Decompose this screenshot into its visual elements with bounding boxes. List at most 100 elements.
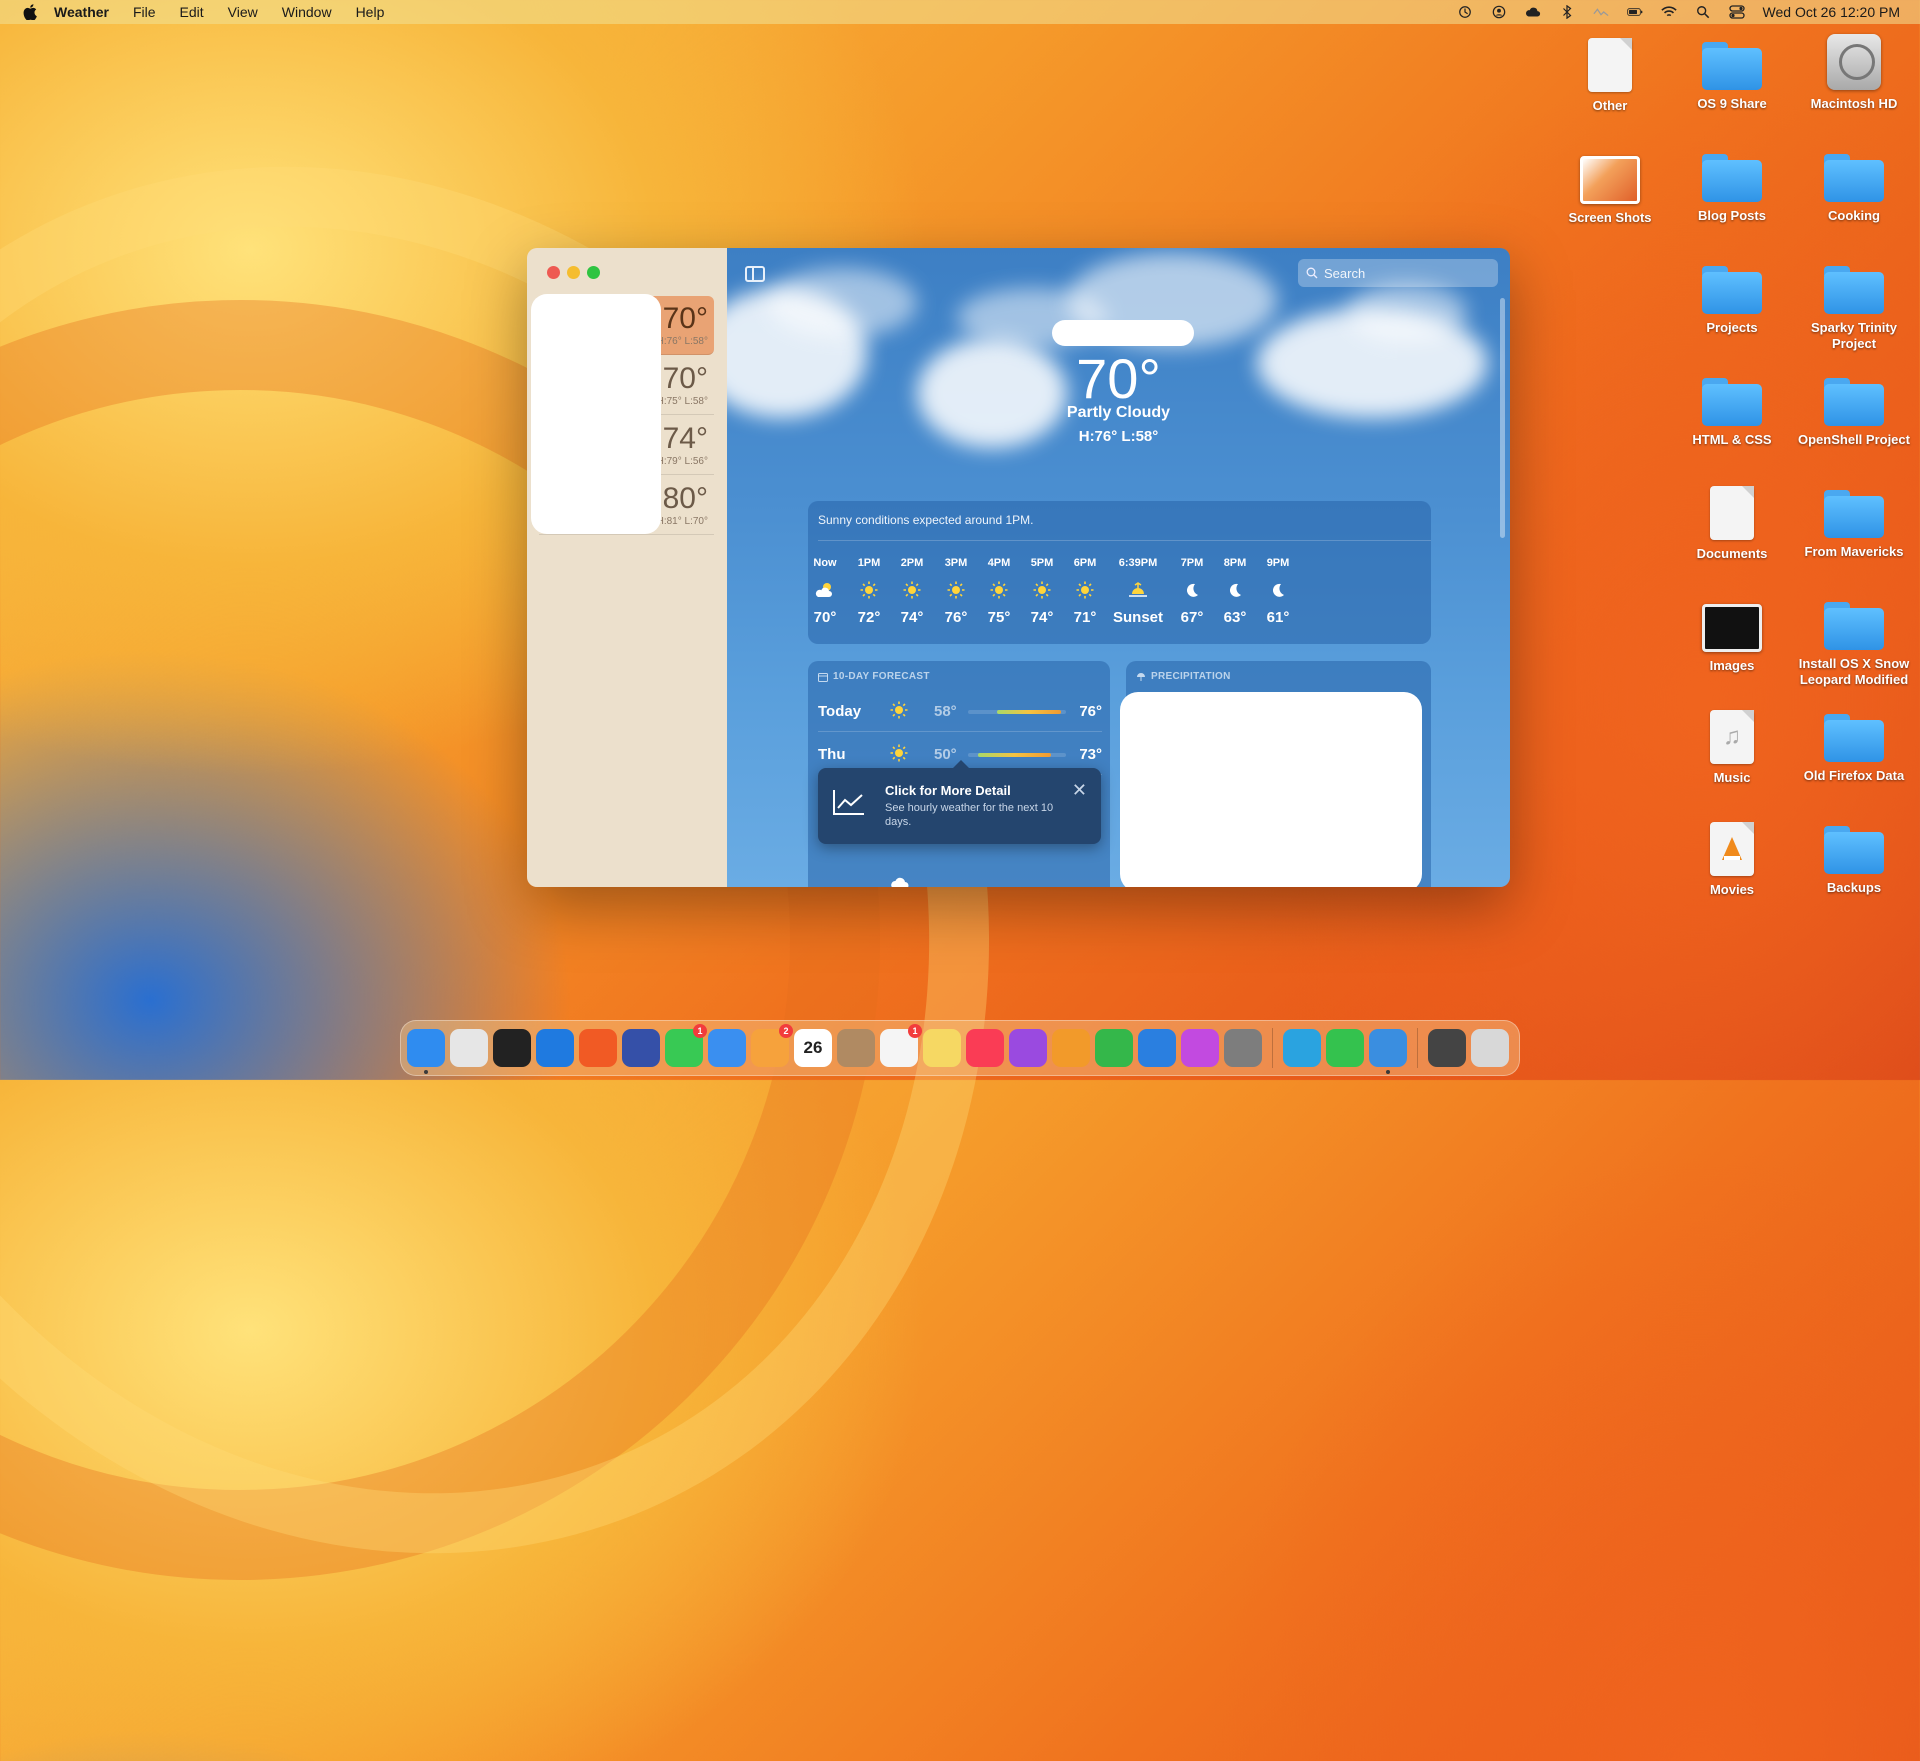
dock-notes-icon[interactable] [923, 1029, 961, 1067]
control-center-icon[interactable] [1729, 5, 1746, 20]
desktop-icon-backups[interactable]: Backups [1794, 818, 1914, 896]
desktop-icon-label: Backups [1826, 880, 1882, 895]
desktop-icon-other[interactable]: Other [1550, 34, 1670, 114]
dock-trash-icon[interactable] [1471, 1029, 1509, 1067]
hourly-item: 6PM 71° [1059, 557, 1111, 626]
battery-icon[interactable] [1627, 5, 1644, 20]
menu-clock[interactable]: Wed Oct 26 12:20 PM [1763, 4, 1900, 20]
locations-sidebar: 70° H:76° L:58° 70° H:75° L:58° 74° H:79… [527, 248, 727, 887]
desktop-icon-install-snow-leopard[interactable]: Install OS X Snow Leopard Modified [1794, 594, 1914, 688]
desktop-icon-sparky-trinity-project[interactable]: Sparky Trinity Project [1794, 258, 1914, 352]
location-temp: 70° [662, 362, 708, 395]
dock-system-settings-icon[interactable] [1224, 1029, 1262, 1067]
hourly-value: 71° [1073, 609, 1097, 626]
activity-icon[interactable] [1593, 5, 1610, 20]
dock-scanner-icon[interactable] [1428, 1029, 1466, 1067]
minimize-window-button[interactable] [567, 266, 580, 279]
hourly-forecast-card[interactable]: Sunny conditions expected around 1PM. No… [808, 501, 1431, 644]
forecast-high: 73° [1079, 746, 1102, 763]
spotlight-icon[interactable] [1695, 5, 1712, 20]
desktop-icon-music[interactable]: ♫ Music [1672, 706, 1792, 786]
calendar-date: 26 [803, 1038, 823, 1057]
dock-mail-icon[interactable] [708, 1029, 746, 1067]
menu-window[interactable]: Window [282, 4, 332, 20]
dock-flower-icon[interactable] [1181, 1029, 1219, 1067]
desktop-icon-cooking[interactable]: Cooking [1794, 146, 1914, 224]
desktop-icon-screen-shots[interactable]: Screen Shots [1550, 146, 1670, 226]
dock-keynote-icon[interactable] [1138, 1029, 1176, 1067]
calendar-icon [818, 672, 828, 682]
dock-contacts-icon[interactable] [837, 1029, 875, 1067]
dock-facetime-icon[interactable] [1326, 1029, 1364, 1067]
forecast-row[interactable]: Today 58° 76° [818, 691, 1102, 732]
wifi-icon[interactable] [1661, 5, 1678, 20]
location-temp: 70° [662, 302, 708, 335]
app-menu[interactable]: Weather [54, 4, 109, 20]
dock-safari-icon[interactable] [536, 1029, 574, 1067]
desktop-icon-images[interactable]: Images [1672, 594, 1792, 674]
temperature-range-bar [968, 710, 1066, 714]
menu-help[interactable]: Help [356, 4, 385, 20]
forecast-high: 76° [1079, 703, 1102, 720]
running-indicator [1386, 1070, 1390, 1074]
more-detail-tooltip[interactable]: Click for More Detail See hourly weather… [818, 760, 1101, 844]
desktop-icon-documents[interactable]: Documents [1672, 482, 1792, 562]
folder-icon [1824, 602, 1884, 650]
desktop-icon-from-mavericks[interactable]: From Mavericks [1794, 482, 1914, 560]
tooltip-title: Click for More Detail [885, 783, 1011, 798]
desktop-icon-label: Projects [1706, 320, 1758, 335]
cloud-icon[interactable] [1525, 5, 1542, 20]
desktop-icon-projects[interactable]: Projects [1672, 258, 1792, 336]
desktop-icon-os9-share[interactable]: OS 9 Share [1672, 34, 1792, 112]
dock-messages-icon[interactable]: 1 [665, 1024, 707, 1067]
dock-reminders-icon[interactable]: 1 [880, 1024, 922, 1067]
dock-telegram-icon[interactable] [1283, 1029, 1321, 1067]
forecast-row-partial[interactable] [818, 866, 1102, 887]
desktop-icon-movies[interactable]: Movies [1672, 818, 1792, 898]
menu-view[interactable]: View [228, 4, 258, 20]
hourly-value: Sunset [1112, 609, 1163, 626]
dock-terminal-icon[interactable] [493, 1029, 531, 1067]
desktop-icon-macintosh-hd[interactable]: Macintosh HD [1794, 34, 1914, 112]
search-icon [1306, 267, 1318, 279]
user-icon[interactable] [1491, 5, 1508, 20]
close-icon[interactable]: ✕ [1072, 780, 1087, 801]
desktop-icon-blog-posts[interactable]: Blog Posts [1672, 146, 1792, 224]
dock-pages-icon[interactable] [1052, 1029, 1090, 1067]
dock-launchpad-icon[interactable] [450, 1029, 488, 1067]
precipitation-card[interactable]: PRECIPITATION [1120, 661, 1431, 887]
folder-icon [1702, 266, 1762, 314]
sidebar-toggle-icon[interactable] [745, 266, 765, 282]
dock-preview-icon[interactable] [622, 1029, 660, 1067]
current-temperature: 70° [1076, 347, 1161, 410]
dock-podcasts-icon[interactable] [1009, 1029, 1047, 1067]
dock-calendar-icon[interactable]: 26 [794, 1029, 832, 1067]
menu-file[interactable]: File [133, 4, 156, 20]
dock-brave-icon[interactable] [579, 1029, 617, 1067]
location-hilo: H:76° L:58° [656, 336, 708, 347]
desktop-icon-old-firefox-data[interactable]: Old Firefox Data [1794, 706, 1914, 784]
dock-weather-icon[interactable] [1369, 1029, 1407, 1074]
dock-finder-icon[interactable] [407, 1029, 445, 1074]
menu-edit[interactable]: Edit [180, 4, 204, 20]
search-field[interactable]: Search [1298, 259, 1498, 287]
bluetooth-icon[interactable] [1559, 5, 1576, 20]
desktop-icon-html-css[interactable]: HTML & CSS [1672, 370, 1792, 448]
dock-numbers-icon[interactable] [1095, 1029, 1133, 1067]
scrollbar[interactable] [1500, 298, 1505, 538]
location-temp: 74° [662, 422, 708, 455]
zoom-window-button[interactable] [587, 266, 600, 279]
dock-music-icon[interactable] [966, 1029, 1004, 1067]
sun-icon [890, 701, 908, 724]
time-machine-icon[interactable] [1457, 5, 1474, 20]
dock-photos-icon[interactable]: 2 [751, 1024, 793, 1067]
redacted-precipitation-map [1120, 692, 1422, 887]
close-window-button[interactable] [547, 266, 560, 279]
running-indicator [424, 1070, 428, 1074]
folder-icon [1824, 490, 1884, 538]
location-hilo: H:75° L:58° [656, 396, 708, 407]
apple-menu-icon[interactable] [20, 2, 40, 22]
desktop-icon-openshell-project[interactable]: OpenShell Project [1794, 370, 1914, 448]
cloud-icon [890, 876, 910, 887]
redacted-location-names [531, 294, 661, 534]
